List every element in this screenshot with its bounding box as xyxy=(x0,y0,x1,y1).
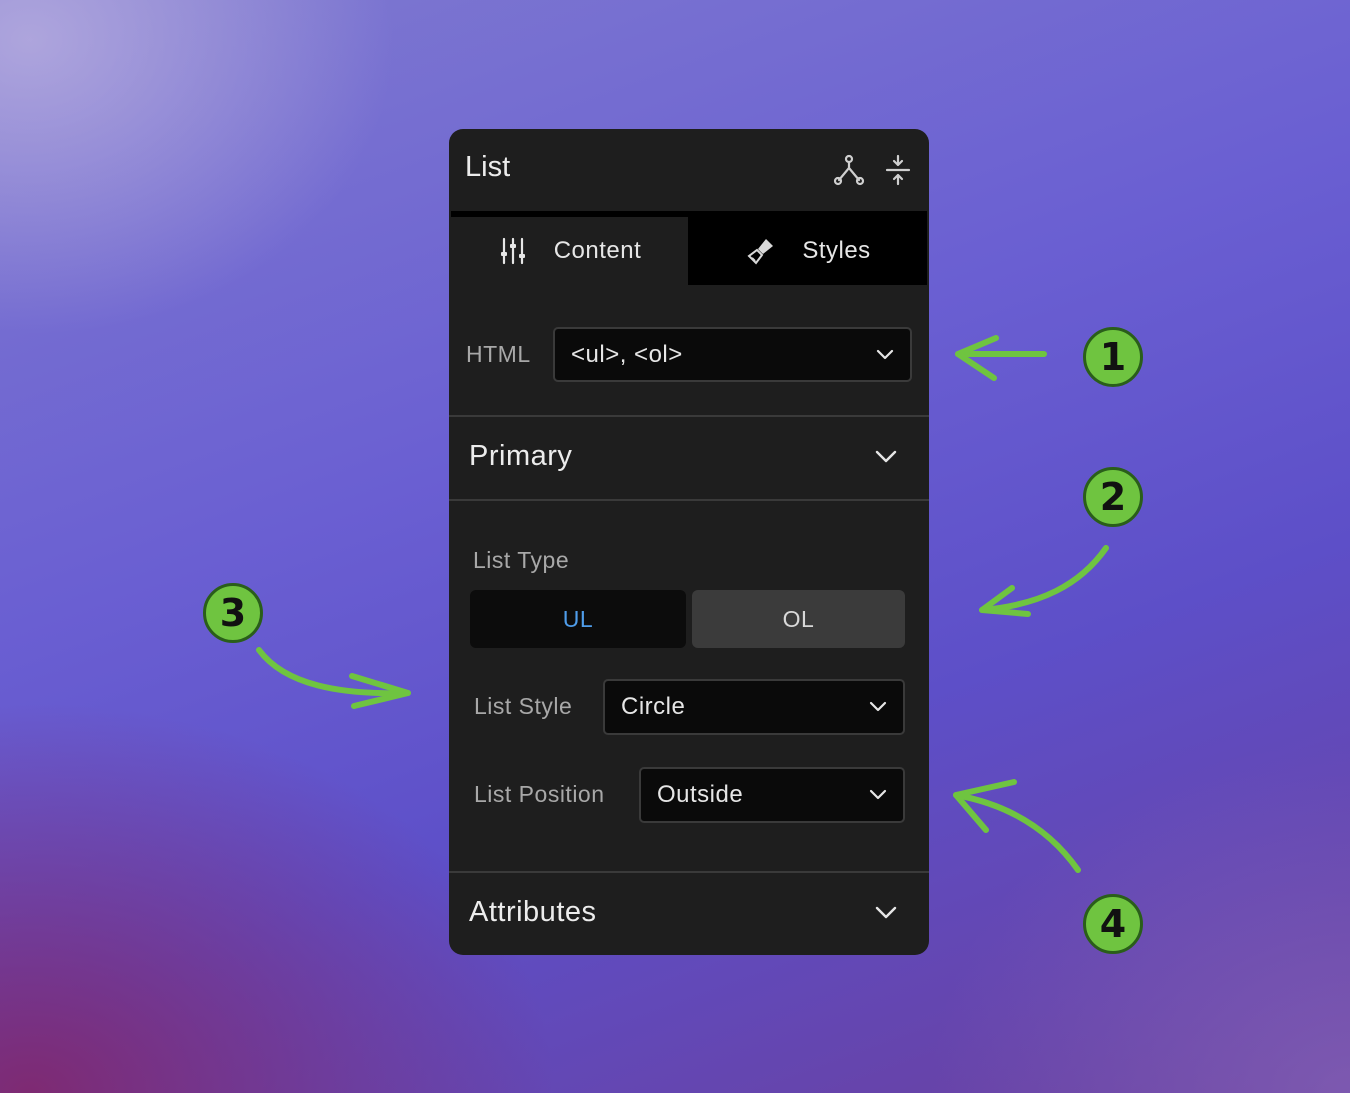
arrow-4-head xyxy=(953,779,1017,833)
annotation-badge-3: 3 xyxy=(203,583,263,643)
annotation-badge-2: 2 xyxy=(1083,467,1143,527)
arrow-1-head xyxy=(955,335,999,381)
annotation-arrows xyxy=(256,335,1109,873)
arrow-4 xyxy=(953,792,1081,873)
annotation-badge-1: 1 xyxy=(1083,327,1143,387)
arrow-2 xyxy=(979,545,1109,613)
annotation-badge-4: 4 xyxy=(1083,894,1143,954)
